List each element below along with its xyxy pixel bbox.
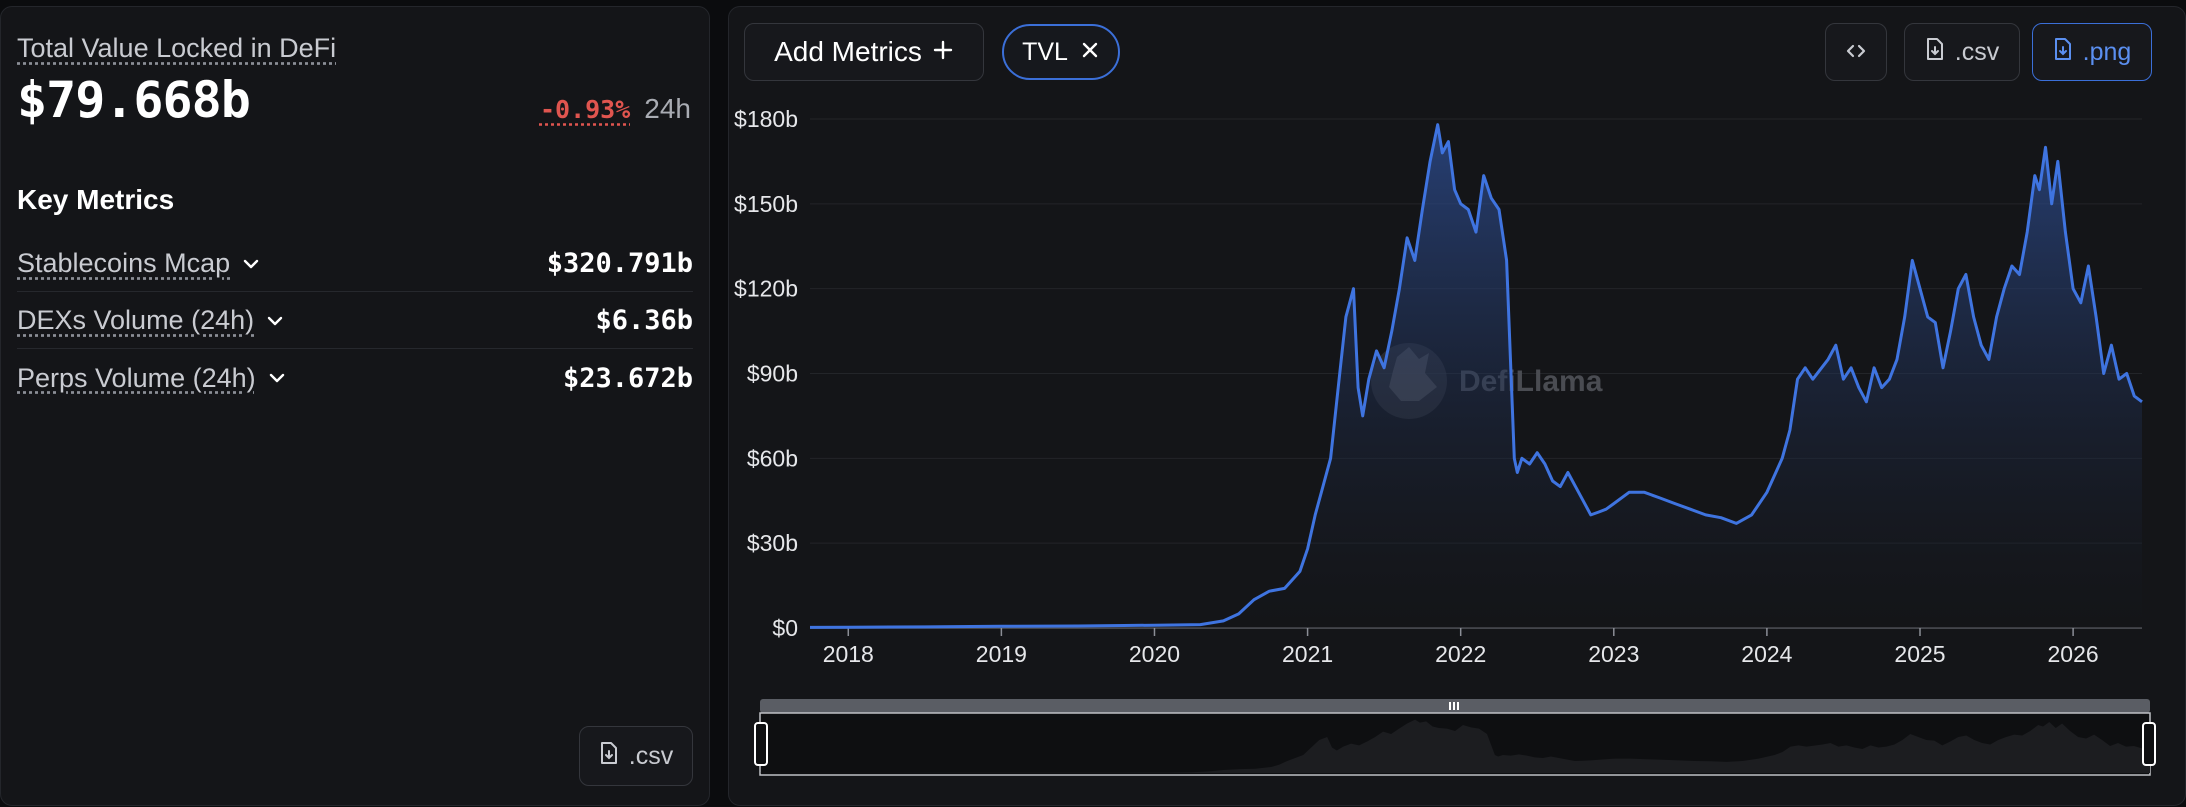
y-tick-label: $60b bbox=[747, 445, 798, 471]
download-csv-button[interactable]: .csv bbox=[579, 726, 693, 786]
metric-label[interactable]: Perps Volume (24h) bbox=[17, 363, 256, 394]
download-png-button[interactable]: .png bbox=[2032, 23, 2152, 81]
x-tick-label: 2020 bbox=[1129, 641, 1180, 667]
chevron-down-icon[interactable] bbox=[240, 253, 262, 275]
chart-panel: $0 $30b $60b $90b $120b $150b $180b 2018 2019 20… bbox=[728, 6, 2186, 806]
range-handle-left[interactable] bbox=[754, 722, 768, 766]
plus-icon bbox=[932, 36, 954, 68]
download-png-label: .png bbox=[2082, 37, 2132, 66]
x-tick-label: 2025 bbox=[1894, 641, 1945, 667]
chevron-down-icon[interactable] bbox=[264, 310, 286, 332]
x-tick-label: 2024 bbox=[1741, 641, 1792, 667]
code-icon bbox=[1845, 38, 1867, 67]
chevron-down-icon[interactable] bbox=[266, 367, 288, 389]
file-download-icon bbox=[2053, 37, 2073, 68]
range-slider[interactable] bbox=[754, 699, 2156, 776]
metric-value: $23.672b bbox=[562, 362, 693, 394]
tvl-area bbox=[810, 124, 2142, 628]
y-tick-label: $0 bbox=[772, 615, 798, 641]
x-tick-label: 2022 bbox=[1435, 641, 1486, 667]
range-handle-right[interactable] bbox=[2142, 722, 2156, 766]
embed-button[interactable] bbox=[1825, 23, 1887, 81]
tvl-change: -0.93% 24h bbox=[540, 93, 691, 125]
tvl-title[interactable]: Total Value Locked in DeFi bbox=[17, 33, 336, 64]
x-tick-label: 2021 bbox=[1282, 641, 1333, 667]
metric-label[interactable]: DEXs Volume (24h) bbox=[17, 305, 254, 336]
download-csv-label: .csv bbox=[1954, 37, 2000, 66]
metric-value: $6.36b bbox=[595, 305, 693, 336]
tvl-metric-chip[interactable]: TVL bbox=[1002, 24, 1120, 80]
download-csv-button[interactable]: .csv bbox=[1904, 23, 2020, 81]
tvl-chart: $0 $30b $60b $90b $120b $150b $180b 2018 2019 20… bbox=[734, 106, 2156, 776]
y-tick-label: $120b bbox=[734, 276, 798, 302]
y-tick-label: $30b bbox=[747, 530, 798, 556]
tvl-value: $79.668b bbox=[17, 71, 251, 129]
metric-label[interactable]: Stablecoins Mcap bbox=[17, 248, 230, 279]
summary-panel: Total Value Locked in DeFi $79.668b -0.9… bbox=[0, 6, 710, 806]
key-metrics-title: Key Metrics bbox=[17, 184, 175, 215]
y-tick-label: $180b bbox=[734, 106, 798, 132]
y-tick-label: $90b bbox=[747, 361, 798, 387]
x-tick-label: 2019 bbox=[976, 641, 1027, 667]
range-slider-grip-icon[interactable] bbox=[1449, 702, 1459, 710]
metric-row-dexs-volume[interactable]: DEXs Volume (24h) $6.36b bbox=[17, 293, 693, 349]
file-download-icon bbox=[1925, 37, 1945, 68]
download-csv-label: .csv bbox=[628, 741, 674, 770]
metric-row-perps-volume[interactable]: Perps Volume (24h) $23.672b bbox=[17, 350, 693, 406]
metric-row-stablecoins[interactable]: Stablecoins Mcap $320.791b bbox=[17, 236, 693, 292]
y-tick-label: $150b bbox=[734, 191, 798, 217]
x-tick-label: 2018 bbox=[823, 641, 874, 667]
tvl-change-period: 24h bbox=[644, 93, 691, 124]
tvl-chip-label: TVL bbox=[1022, 37, 1068, 66]
metric-value: $320.791b bbox=[546, 248, 693, 279]
x-tick-label: 2023 bbox=[1588, 641, 1639, 667]
add-metrics-button[interactable]: Add Metrics bbox=[744, 23, 984, 81]
close-icon[interactable] bbox=[1080, 38, 1100, 67]
add-metrics-label: Add Metrics bbox=[774, 36, 922, 67]
file-download-icon bbox=[599, 741, 619, 772]
tvl-change-value[interactable]: -0.93% bbox=[540, 95, 630, 124]
x-tick-label: 2026 bbox=[2048, 641, 2099, 667]
